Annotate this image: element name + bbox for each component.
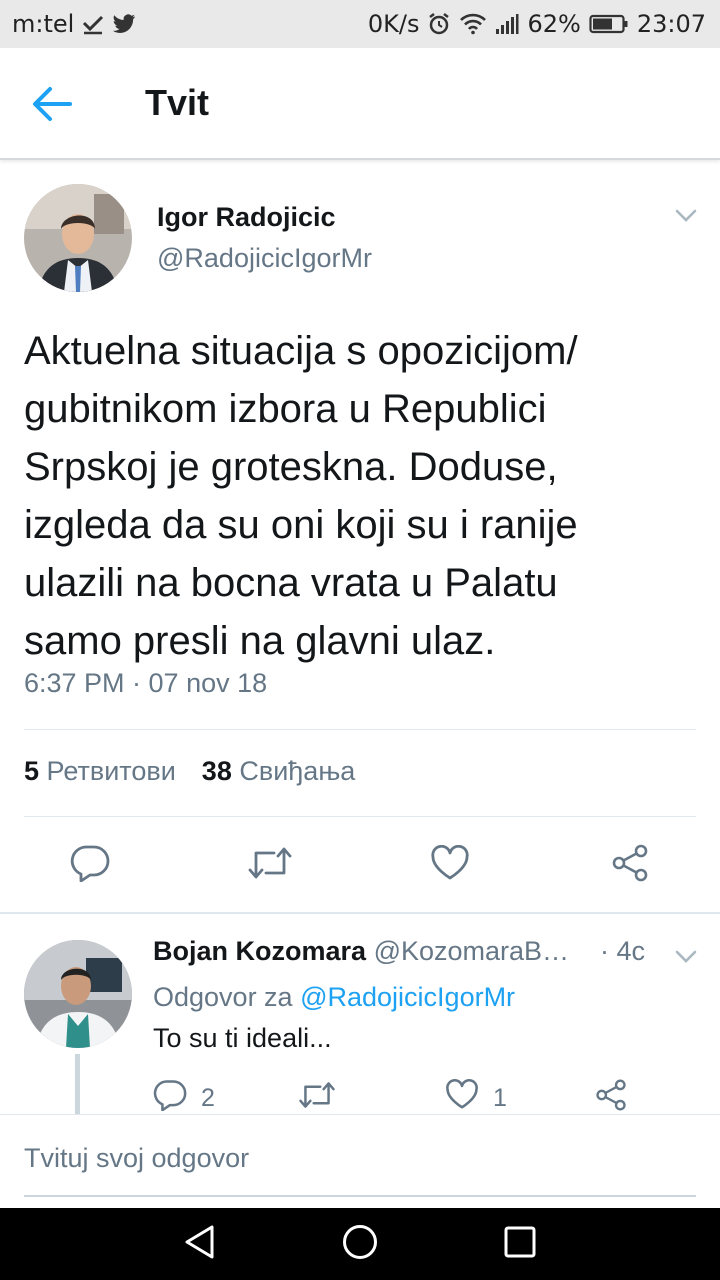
reply-reply-button[interactable]: 2 xyxy=(153,1078,215,1118)
share-icon xyxy=(594,1079,628,1118)
divider xyxy=(24,729,696,730)
circle-home-icon xyxy=(341,1223,379,1266)
battery-percent: 62% xyxy=(527,10,581,38)
like-button[interactable] xyxy=(428,843,472,887)
reply-like-button[interactable]: 1 xyxy=(445,1078,507,1118)
reply-author-avatar[interactable] xyxy=(24,940,132,1048)
retweet-icon xyxy=(298,1080,336,1117)
chevron-down-icon[interactable] xyxy=(672,203,700,227)
compose-reply-input[interactable]: Tvituj svoj odgovor xyxy=(24,1143,249,1174)
app-bar: Tvit xyxy=(0,48,720,160)
nav-home-button[interactable] xyxy=(338,1222,382,1266)
likes-count: 38 xyxy=(201,756,232,786)
reply-icon xyxy=(153,1079,187,1118)
reply-share-button[interactable] xyxy=(594,1078,628,1118)
tweet-text-line: gubitnikom izbora u Republici xyxy=(24,387,547,431)
tweet-timestamp: 6:37 PM · 07 nov 18 xyxy=(24,668,268,698)
retweets-label: Ретвитови xyxy=(46,756,176,786)
wifi-icon xyxy=(459,13,487,35)
system-nav-bar xyxy=(0,1208,720,1280)
tweet-text-line: samo presli na glavni ulaz. xyxy=(24,619,496,663)
signal-icon xyxy=(495,13,519,35)
alarm-icon xyxy=(427,12,451,36)
nav-recents-button[interactable] xyxy=(498,1222,542,1266)
tweet-text-line: Srpskoj je groteskna. Doduse, xyxy=(24,445,558,489)
replying-mention[interactable]: @RadojicicIgorMr xyxy=(300,982,515,1012)
reply-retweet-button[interactable] xyxy=(298,1078,336,1118)
reply-text: To su ti ideali... xyxy=(153,1023,332,1053)
replying-to: Odgovor za @RadojicicIgorMr xyxy=(153,982,515,1013)
reply-time: · 4c xyxy=(600,936,646,966)
status-bar: m:tel 0K/s 62% 23:07 xyxy=(0,0,720,48)
status-bar-right: 0K/s 62% 23:07 xyxy=(368,10,706,38)
reply-author-handle: @KozomaraB… xyxy=(373,936,570,966)
retweet-button[interactable] xyxy=(248,843,292,887)
reply-author-name: Bojan Kozomara xyxy=(153,936,367,966)
reply-reply-count: 2 xyxy=(201,1083,215,1112)
carrier-label: m:tel xyxy=(12,10,75,38)
triangle-back-icon xyxy=(183,1224,217,1265)
share-button[interactable] xyxy=(608,843,652,887)
section-divider xyxy=(0,912,720,914)
like-icon xyxy=(430,844,470,886)
likes-stat[interactable]: 38 Свиђања xyxy=(202,756,355,787)
clock: 23:07 xyxy=(636,10,706,38)
author-handle[interactable]: @RadojicicIgorMr xyxy=(157,243,372,274)
reply-button[interactable] xyxy=(68,843,112,887)
tweet-text-line: ulazili na bocna vrata u Palatu xyxy=(24,561,558,605)
download-check-icon xyxy=(82,13,104,35)
nav-back-button[interactable] xyxy=(178,1222,222,1266)
page-title: Tvit xyxy=(145,82,210,123)
divider xyxy=(24,816,696,817)
like-icon xyxy=(445,1079,479,1117)
author-name[interactable]: Igor Radojicic xyxy=(157,202,336,233)
author-avatar[interactable] xyxy=(24,184,132,292)
replying-prefix: Odgovor za xyxy=(153,982,293,1012)
tweet-stats: 5 Ретвитови 38 Свиђања xyxy=(24,756,355,787)
compose-underline xyxy=(24,1195,696,1197)
back-button[interactable] xyxy=(30,82,90,130)
chevron-down-icon[interactable] xyxy=(672,944,700,968)
square-recents-icon xyxy=(503,1225,537,1264)
retweets-stat[interactable]: 5 Ретвитови xyxy=(24,756,176,787)
network-speed: 0K/s xyxy=(367,10,420,38)
tweet-text-line: Aktuelna situacija s opozicijom/ xyxy=(24,329,578,373)
retweet-icon xyxy=(247,845,293,886)
reply-icon xyxy=(70,844,110,887)
tweet-text: Aktuelna situacija s opozicijom/ gubitni… xyxy=(24,322,704,670)
likes-label: Свиђања xyxy=(239,756,356,786)
status-bar-left: m:tel xyxy=(12,10,136,38)
share-icon xyxy=(610,844,650,887)
reply-header[interactable]: Bojan Kozomara @KozomaraB… xyxy=(153,936,569,967)
thread-line xyxy=(75,1054,80,1114)
reply-like-count: 1 xyxy=(493,1083,507,1112)
retweets-count: 5 xyxy=(24,756,40,786)
tweet-text-line: izgleda da su oni koji su i ranije xyxy=(24,503,578,547)
battery-icon xyxy=(589,14,629,34)
arrow-left-icon xyxy=(30,86,72,127)
twitter-bird-icon xyxy=(112,14,136,34)
